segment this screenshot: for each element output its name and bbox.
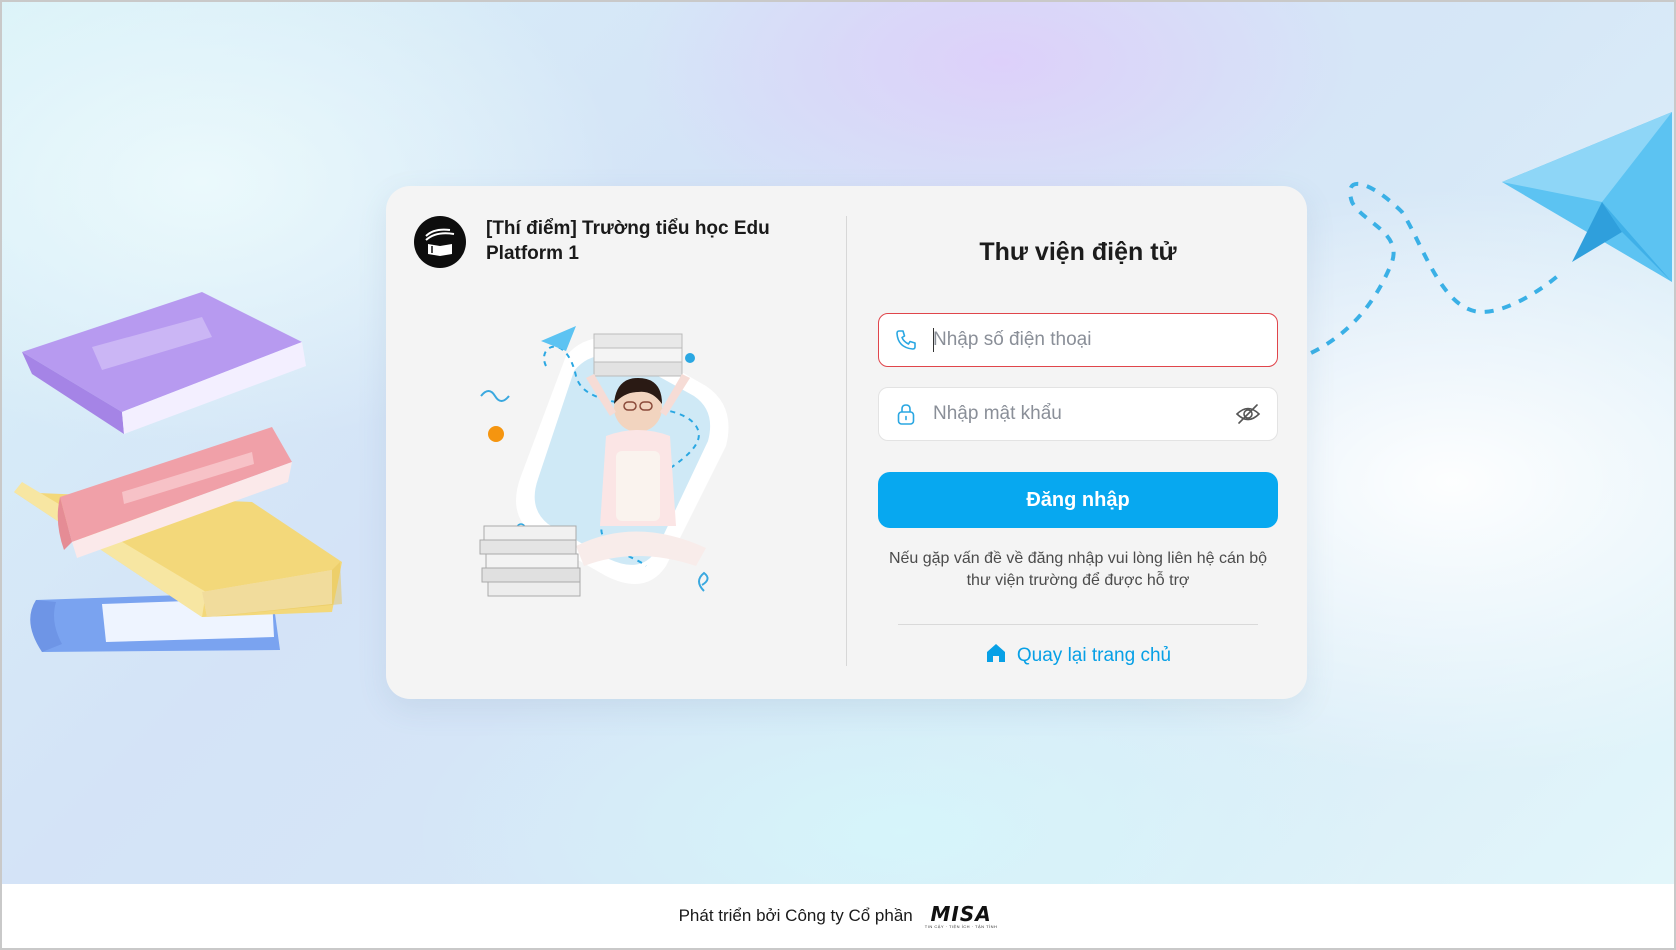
misa-brand: MISA (930, 901, 992, 926)
footer-text: Phát triển bởi Công ty Cổ phần (678, 906, 913, 925)
book-logo-icon (414, 216, 466, 268)
password-input[interactable] (933, 394, 1233, 434)
back-home-link[interactable]: Quay lại trang chủ (878, 642, 1278, 669)
eye-off-icon[interactable] (1233, 399, 1263, 429)
login-card: [Thí điểm] Trường tiểu học Edu Platform … (386, 186, 1307, 699)
student-illustration (479, 326, 729, 597)
school-name: [Thí điểm] Trường tiểu học Edu Platform … (486, 218, 770, 264)
paper-plane-illustration (1302, 112, 1672, 360)
books-stack-illustration (14, 292, 342, 652)
phone-input[interactable] (933, 320, 1277, 360)
misa-tagline: TIN CẬY · TIỆN ÍCH · TẬN TÌNH (924, 923, 998, 929)
login-button[interactable]: Đăng nhập (878, 472, 1278, 528)
lock-icon (893, 401, 919, 427)
password-field[interactable] (878, 387, 1278, 441)
horizontal-divider (898, 624, 1258, 625)
back-home-label: Quay lại trang chủ (1016, 644, 1172, 666)
help-text: Nếu gặp vấn đề về đăng nhập vui lòng liê… (888, 550, 1268, 589)
home-icon (985, 642, 1007, 669)
phone-field[interactable] (878, 313, 1278, 367)
login-title: Thư viện điện tử (979, 238, 1177, 266)
vertical-divider (846, 216, 847, 666)
school-brand: [Thí điểm] Trường tiểu học Edu Platform … (414, 216, 806, 268)
misa-logo: MISA TIN CẬY · TIỆN ÍCH · TẬN TÌNH (925, 904, 998, 929)
phone-icon (893, 327, 919, 353)
footer: Phát triển bởi Công ty Cổ phần MISA TIN … (2, 884, 1674, 948)
